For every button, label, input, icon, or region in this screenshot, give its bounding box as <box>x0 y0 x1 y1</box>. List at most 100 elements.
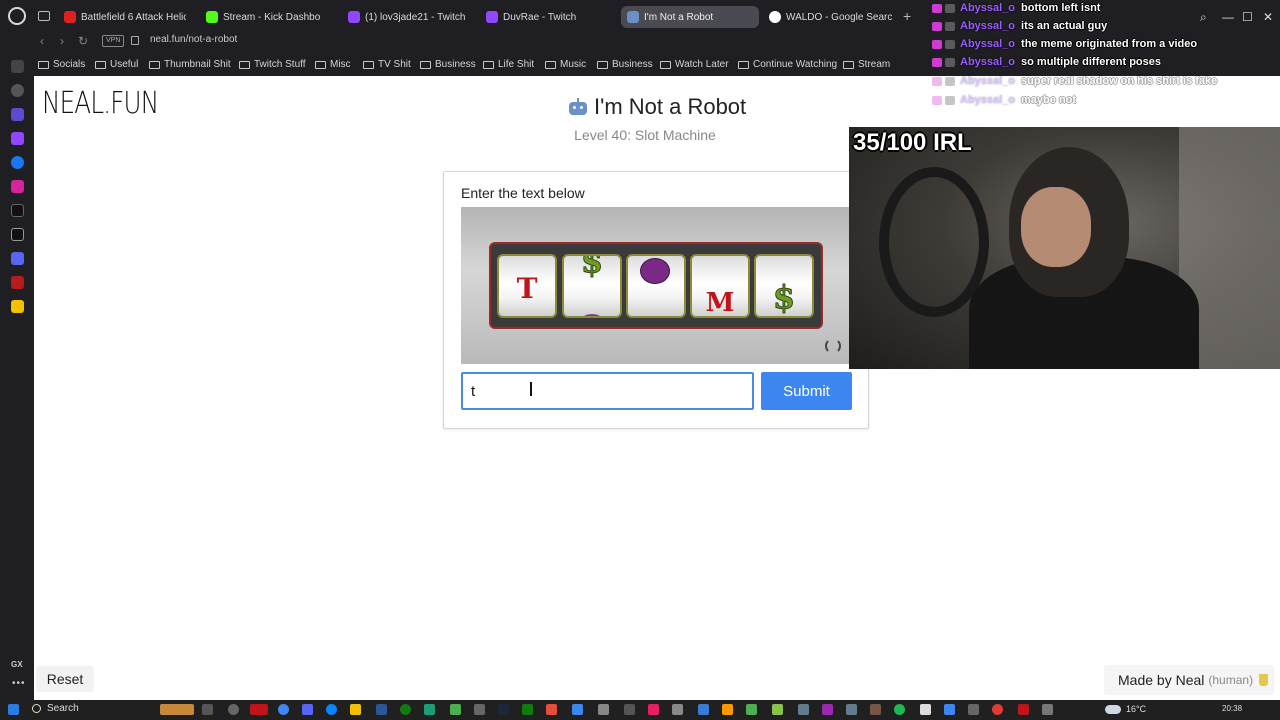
xbox-app-icon[interactable] <box>522 704 533 715</box>
app-icon[interactable] <box>944 704 955 715</box>
sub-badge-icon <box>932 39 942 49</box>
app-icon[interactable] <box>598 704 609 715</box>
chrome-icon[interactable] <box>278 704 289 715</box>
more-icon[interactable]: ••• <box>12 678 26 689</box>
x-icon[interactable] <box>11 228 24 241</box>
opera-logo-icon[interactable] <box>8 7 26 25</box>
bookmark-folder[interactable]: Watch Later <box>660 59 729 70</box>
folder-icon <box>239 60 250 69</box>
app-icon[interactable] <box>326 704 337 715</box>
bookmark-folder[interactable]: Misc <box>315 59 351 70</box>
app-icon[interactable] <box>648 704 659 715</box>
app-icon[interactable] <box>572 704 583 715</box>
twitch-icon[interactable] <box>11 132 24 145</box>
bookmark-folder[interactable]: TV Shit <box>363 59 411 70</box>
discord-icon[interactable] <box>11 252 24 265</box>
steam-icon[interactable] <box>498 704 509 715</box>
minecraft-icon[interactable] <box>746 704 757 715</box>
clock[interactable]: 20:38 <box>1222 704 1242 713</box>
taskbar-search[interactable]: Search <box>32 703 79 714</box>
tiktok-icon[interactable] <box>11 204 24 217</box>
app-icon[interactable] <box>672 704 683 715</box>
app-icon[interactable] <box>722 704 733 715</box>
messenger-icon[interactable] <box>11 156 24 169</box>
vpn-badge[interactable]: VPN <box>102 35 125 47</box>
discord-icon[interactable] <box>302 704 313 715</box>
reel-dollar: $ <box>580 254 604 281</box>
weather-icon[interactable] <box>1105 705 1121 714</box>
tab-battlefield[interactable]: Battlefield 6 Attack Helico <box>58 6 192 28</box>
cs-icon[interactable] <box>11 108 24 121</box>
file-explorer-icon[interactable] <box>350 704 361 715</box>
tab-twitch-lov3jade21[interactable]: (1) lov3jade21 - Twitch <box>342 6 476 28</box>
bookmark-folder[interactable]: Stream <box>843 59 890 70</box>
plum-icon <box>640 258 670 284</box>
tab-google-waldo[interactable]: WALDO - Google Search <box>763 6 899 28</box>
submit-button[interactable]: Submit <box>761 372 852 410</box>
chatgpt-icon[interactable] <box>11 84 24 97</box>
new-tab-icon[interactable]: + <box>903 8 911 24</box>
weather-temperature[interactable]: 16°C <box>1126 704 1146 714</box>
refresh-icon[interactable] <box>825 338 841 354</box>
bookmark-folder[interactable]: Life Shit <box>483 59 534 70</box>
taskbar: Search 16°C 20:38 <box>0 700 1280 720</box>
app-icon[interactable] <box>474 704 485 715</box>
made-by-note: (human) <box>1208 673 1254 687</box>
photoshop-icon[interactable] <box>376 704 387 715</box>
app-icon[interactable] <box>1018 704 1029 715</box>
site-logo[interactable]: NEAL.FUN <box>42 86 159 121</box>
reel-letter: M <box>705 288 735 318</box>
app-icon[interactable] <box>846 704 857 715</box>
app-icon[interactable] <box>992 704 1003 715</box>
bookmark-folder[interactable]: Useful <box>95 59 138 70</box>
app-icon[interactable] <box>1042 704 1053 715</box>
bookmark-folder[interactable]: Business <box>597 59 653 70</box>
aria-icon[interactable] <box>11 60 24 73</box>
sub-badge-icon <box>932 76 942 86</box>
sub-badge-icon <box>932 95 942 105</box>
opera-gx-icon[interactable] <box>250 704 268 715</box>
bookmark-folder[interactable]: Music <box>545 59 586 70</box>
forward-icon[interactable]: › <box>60 34 64 48</box>
widgets-icon[interactable] <box>160 704 194 715</box>
back-icon[interactable]: ‹ <box>40 34 44 48</box>
app-icon[interactable] <box>772 704 783 715</box>
app-icon[interactable] <box>228 704 239 715</box>
instagram-icon[interactable] <box>11 180 24 193</box>
tab-twitch-duvrae[interactable]: DuvRae - Twitch <box>480 6 614 28</box>
reset-button[interactable]: Reset <box>36 666 94 692</box>
notes-icon[interactable] <box>11 300 24 313</box>
bookmark-folder[interactable]: Thumbnail Shit <box>149 59 231 70</box>
app-icon[interactable] <box>798 704 809 715</box>
app-icon[interactable] <box>546 704 557 715</box>
tab-kick[interactable]: Stream - Kick Dashbo <box>200 6 334 28</box>
mod-badge-icon <box>945 95 955 105</box>
bookmark-folder[interactable]: Socials <box>38 59 85 70</box>
gx-label[interactable]: GX <box>11 660 23 669</box>
app-icon[interactable] <box>920 704 931 715</box>
tab-overview-icon[interactable] <box>38 11 50 21</box>
tab-not-a-robot[interactable]: I'm Not a Robot <box>621 6 759 28</box>
app-icon[interactable] <box>624 704 635 715</box>
made-by-badge[interactable]: Made by Neal (human) <box>1104 665 1274 695</box>
bookmark-folder[interactable]: Twitch Stuff <box>239 59 306 70</box>
lock-icon[interactable] <box>131 36 139 45</box>
app-icon[interactable] <box>968 704 979 715</box>
app-icon[interactable] <box>870 704 881 715</box>
task-view-icon[interactable] <box>202 704 213 715</box>
app-icon[interactable] <box>698 704 709 715</box>
start-icon[interactable] <box>8 704 19 715</box>
app-icon[interactable] <box>424 704 435 715</box>
reload-icon[interactable]: ↻ <box>78 34 88 48</box>
ublock-icon[interactable] <box>11 276 24 289</box>
app-icon[interactable] <box>822 704 833 715</box>
xbox-icon[interactable] <box>400 704 411 715</box>
url-field[interactable]: neal.fun/not-a-robot <box>150 34 237 45</box>
captcha-card: Enter the text below T $ M $ t Submit <box>443 171 869 429</box>
app-icon[interactable] <box>450 704 461 715</box>
bookmark-folder[interactable]: Continue Watching <box>738 59 837 70</box>
spotify-icon[interactable] <box>894 704 905 715</box>
captcha-input[interactable] <box>461 372 754 410</box>
text-cursor-icon <box>530 382 532 396</box>
bookmark-folder[interactable]: Business <box>420 59 476 70</box>
